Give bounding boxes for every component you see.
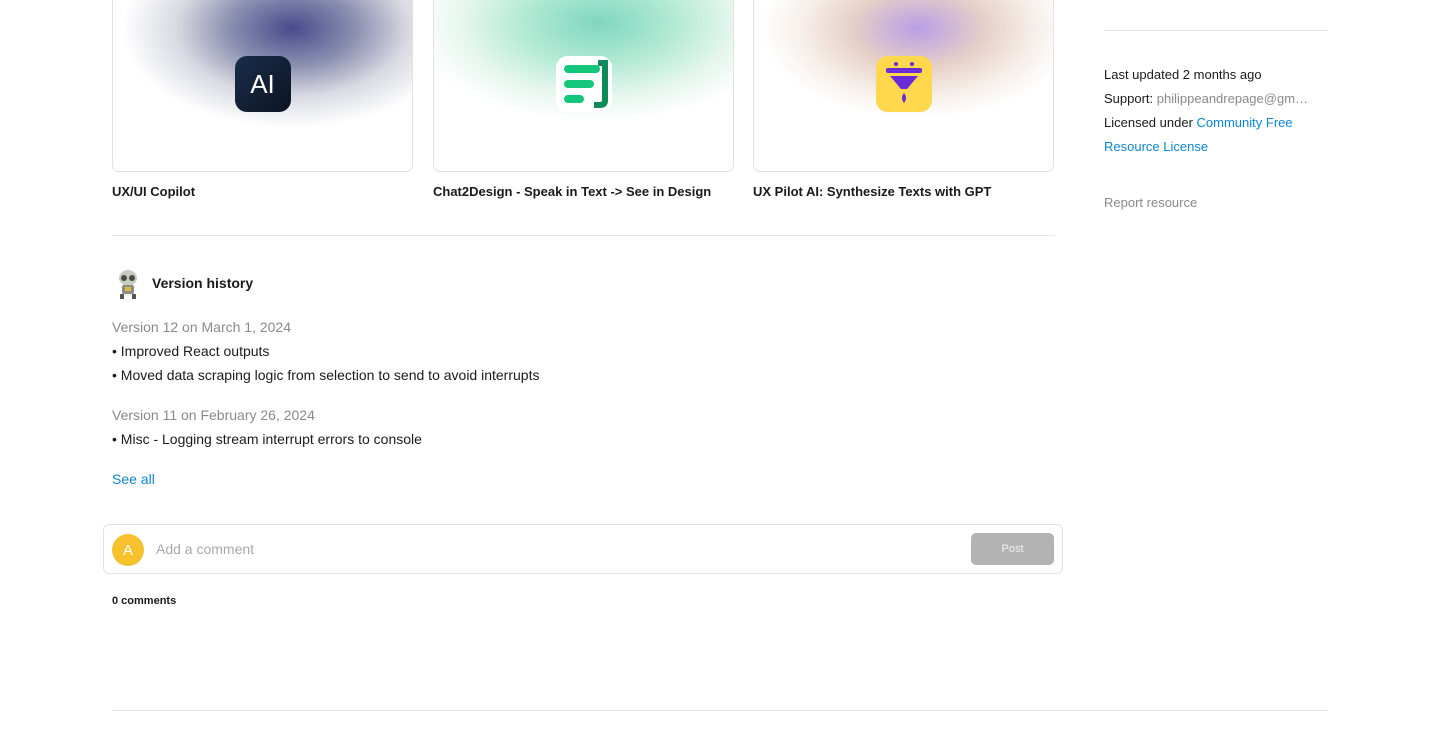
ai-logo-text: AI <box>250 68 275 99</box>
license-link[interactable]: Community Free <box>1197 115 1293 130</box>
avatar-letter: A <box>122 541 133 559</box>
section-divider <box>112 235 1055 236</box>
version-history-title: Version history <box>152 275 254 291</box>
version-heading: Version 12 on March 1, 2024 <box>112 319 292 335</box>
ai-logo-icon: AI <box>234 56 291 112</box>
footer-divider <box>112 710 1328 711</box>
user-avatar: A <box>112 534 144 566</box>
see-all-link[interactable]: See all <box>112 471 155 487</box>
plugin-card-title[interactable]: UX/UI Copilot <box>112 184 195 199</box>
robot-avatar-icon <box>119 270 137 299</box>
sidebar-divider <box>1104 30 1328 31</box>
version-note: • Improved React outputs <box>112 343 270 359</box>
license-line: Licensed under Community Free <box>1104 111 1293 135</box>
license-link-line2[interactable]: Resource License <box>1104 139 1208 154</box>
comment-input[interactable] <box>156 537 956 561</box>
plugin-card-title[interactable]: UX Pilot AI: Synthesize Texts with GPT <box>753 184 991 199</box>
version-note: • Misc - Logging stream interrupt errors… <box>112 431 422 447</box>
author-avatar[interactable] <box>112 268 144 300</box>
comments-count: 0 comments <box>112 595 177 607</box>
support-label: Support: <box>1104 91 1154 106</box>
plugin-card-ux-pilot-ai[interactable] <box>753 0 1054 172</box>
comment-box: A Post <box>103 524 1063 574</box>
version-note: • Moved data scraping logic from selecti… <box>112 367 540 383</box>
version-heading: Version 11 on February 26, 2024 <box>112 407 315 423</box>
license-label: Licensed under <box>1104 115 1193 130</box>
funnel-icon <box>875 56 932 112</box>
support-email[interactable]: philippeandrepage@gm… <box>1157 91 1308 106</box>
post-button[interactable]: Post <box>971 533 1054 565</box>
plugin-card-chat2design[interactable] <box>433 0 734 172</box>
chat-lines-icon <box>555 56 612 112</box>
last-updated-text: Last updated 2 months ago <box>1104 67 1262 82</box>
support-line: Support: philippeandrepage@gm… <box>1104 87 1328 111</box>
license-link-continued[interactable]: Resource License <box>1104 135 1208 159</box>
plugin-card-title[interactable]: Chat2Design - Speak in Text -> See in De… <box>433 184 711 199</box>
plugin-card-ux-ui-copilot[interactable]: AI <box>112 0 413 172</box>
report-resource-link[interactable]: Report resource <box>1104 191 1197 215</box>
